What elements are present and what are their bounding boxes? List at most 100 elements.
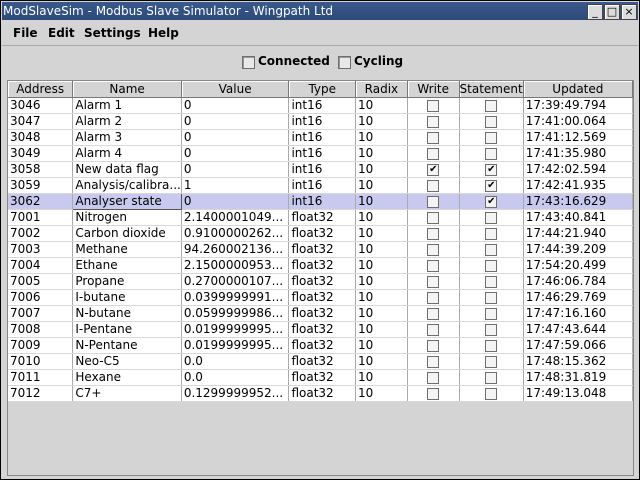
table-row[interactable]: 7009 N-Pentane 0.0199999995... float32 10 17:… xyxy=(8,337,633,354)
write-checkbox[interactable] xyxy=(427,99,440,112)
write-checkbox[interactable] xyxy=(427,211,440,224)
table-row[interactable]: 7006 I-butane 0.0399999991... float32 10 17:4… xyxy=(8,289,633,306)
radix-cell[interactable]: 10 xyxy=(355,177,408,194)
type-cell[interactable]: float32 xyxy=(288,241,356,258)
value-cell[interactable]: 0.9100000262... xyxy=(181,225,290,242)
write-checkbox[interactable] xyxy=(427,115,440,128)
write-checkbox[interactable] xyxy=(427,163,440,176)
minimize-button[interactable]: _ xyxy=(587,4,603,20)
table-row[interactable]: 3046 Alarm 1 0 int16 10 17:39:49.794 xyxy=(8,97,633,114)
radix-cell[interactable]: 10 xyxy=(355,209,408,226)
name-cell[interactable]: Neo-C5 xyxy=(72,353,182,370)
address-cell[interactable]: 7006 xyxy=(8,289,74,306)
radix-cell[interactable]: 10 xyxy=(355,369,408,386)
name-cell[interactable]: Alarm 3 xyxy=(72,129,182,146)
column-header-updated[interactable]: Updated xyxy=(523,81,633,98)
radix-cell[interactable]: 10 xyxy=(355,273,408,290)
radix-cell[interactable]: 10 xyxy=(355,113,408,130)
table-row[interactable]: 3047 Alarm 2 0 int16 10 17:41:00.064 xyxy=(8,113,633,130)
write-checkbox[interactable] xyxy=(427,243,440,256)
write-checkbox[interactable] xyxy=(427,323,440,336)
column-header-name[interactable]: Name xyxy=(72,81,182,98)
radix-cell[interactable]: 10 xyxy=(355,241,408,258)
close-button[interactable]: × xyxy=(621,4,637,20)
name-cell[interactable]: Alarm 2 xyxy=(72,113,182,130)
value-cell[interactable]: 0 xyxy=(181,129,290,146)
type-cell[interactable]: float32 xyxy=(288,337,356,354)
type-cell[interactable]: float32 xyxy=(288,209,356,226)
name-cell[interactable]: N-butane xyxy=(72,305,182,322)
radix-cell[interactable]: 10 xyxy=(355,257,408,274)
address-cell[interactable]: 7009 xyxy=(8,337,74,354)
table-row[interactable]: 7001 Nitrogen 2.1400001049... float32 10 17:4… xyxy=(8,209,633,226)
statement-checkbox[interactable] xyxy=(485,387,498,400)
write-checkbox[interactable] xyxy=(427,339,440,352)
column-header-statement[interactable]: Statement xyxy=(459,81,524,98)
value-cell[interactable]: 0.1299999952... xyxy=(181,385,290,402)
value-cell[interactable]: 0.0199999995... xyxy=(181,337,290,354)
statement-checkbox[interactable] xyxy=(485,115,498,128)
statement-checkbox[interactable] xyxy=(485,195,498,208)
type-cell[interactable]: float32 xyxy=(288,385,356,402)
write-checkbox[interactable] xyxy=(427,371,440,384)
table-row[interactable]: 3048 Alarm 3 0 int16 10 17:41:12.569 xyxy=(8,129,633,146)
name-cell[interactable]: Hexane xyxy=(72,369,182,386)
address-cell[interactable]: 7008 xyxy=(8,321,74,338)
type-cell[interactable]: float32 xyxy=(288,257,356,274)
write-checkbox[interactable] xyxy=(427,259,440,272)
statement-checkbox[interactable] xyxy=(485,275,498,288)
address-cell[interactable]: 7007 xyxy=(8,305,74,322)
value-cell[interactable]: 0.0199999995... xyxy=(181,321,290,338)
type-cell[interactable]: int16 xyxy=(288,193,356,210)
value-cell[interactable]: 0.2700000107... xyxy=(181,273,290,290)
write-checkbox[interactable] xyxy=(427,355,440,368)
value-cell[interactable]: 0 xyxy=(181,113,290,130)
address-cell[interactable]: 7001 xyxy=(8,209,74,226)
value-cell[interactable]: 0.0 xyxy=(181,369,290,386)
table-row[interactable]: 7002 Carbon dioxide 0.9100000262... float32… xyxy=(8,225,633,242)
column-header-radix[interactable]: Radix xyxy=(355,81,408,98)
value-cell[interactable]: 0 xyxy=(181,97,290,114)
statement-checkbox[interactable] xyxy=(485,371,498,384)
address-cell[interactable]: 3049 xyxy=(8,145,74,162)
statement-checkbox[interactable] xyxy=(485,99,498,112)
value-cell[interactable]: 0.0599999986... xyxy=(181,305,290,322)
statement-checkbox[interactable] xyxy=(485,323,498,336)
table-row[interactable]: 7010 Neo-C5 0.0 float32 10 17:48:15.362 xyxy=(8,353,633,370)
table-row[interactable]: 3059Analysis/calibra...1int1610 17:42:41.… xyxy=(8,177,633,194)
statement-checkbox[interactable] xyxy=(485,259,498,272)
name-cell[interactable]: I-butane xyxy=(72,289,182,306)
table-row[interactable]: 7007 N-butane 0.0599999986... float32 10 17:4… xyxy=(8,305,633,322)
name-cell[interactable]: Analyser state xyxy=(72,193,182,210)
address-cell[interactable]: 7005 xyxy=(8,273,74,290)
value-cell[interactable]: 0.0 xyxy=(181,353,290,370)
name-cell[interactable]: C7+ xyxy=(72,385,182,402)
value-cell[interactable]: 0.0399999991... xyxy=(181,289,290,306)
write-checkbox[interactable] xyxy=(427,147,440,160)
address-cell[interactable]: 3046 xyxy=(8,97,74,114)
statement-checkbox[interactable] xyxy=(485,163,498,176)
table-row[interactable]: 7003 Methane 94.260002136... float32 10 17:44… xyxy=(8,241,633,258)
column-header-value[interactable]: Value xyxy=(181,81,290,98)
statement-checkbox[interactable] xyxy=(485,211,498,224)
statement-checkbox[interactable] xyxy=(485,179,498,192)
type-cell[interactable]: int16 xyxy=(288,161,356,178)
radix-cell[interactable]: 10 xyxy=(355,193,408,210)
type-cell[interactable]: int16 xyxy=(288,145,356,162)
statement-checkbox[interactable] xyxy=(485,131,498,144)
radix-cell[interactable]: 10 xyxy=(355,129,408,146)
write-checkbox[interactable] xyxy=(427,307,440,320)
value-cell[interactable]: 94.260002136... xyxy=(181,241,290,258)
address-cell[interactable]: 7011 xyxy=(8,369,74,386)
menu-file[interactable]: File xyxy=(13,26,38,40)
write-checkbox[interactable] xyxy=(427,275,440,288)
menu-edit[interactable]: Edit xyxy=(48,26,75,40)
column-header-write[interactable]: Write xyxy=(407,81,460,98)
write-checkbox[interactable] xyxy=(427,195,440,208)
radix-cell[interactable]: 10 xyxy=(355,321,408,338)
table-row[interactable]: 3062Analyser state0int1610 17:43:16.629 xyxy=(8,193,633,210)
radix-cell[interactable]: 10 xyxy=(355,161,408,178)
name-cell[interactable]: Analysis/calibra... xyxy=(72,177,182,194)
radix-cell[interactable]: 10 xyxy=(355,337,408,354)
address-cell[interactable]: 7010 xyxy=(8,353,74,370)
